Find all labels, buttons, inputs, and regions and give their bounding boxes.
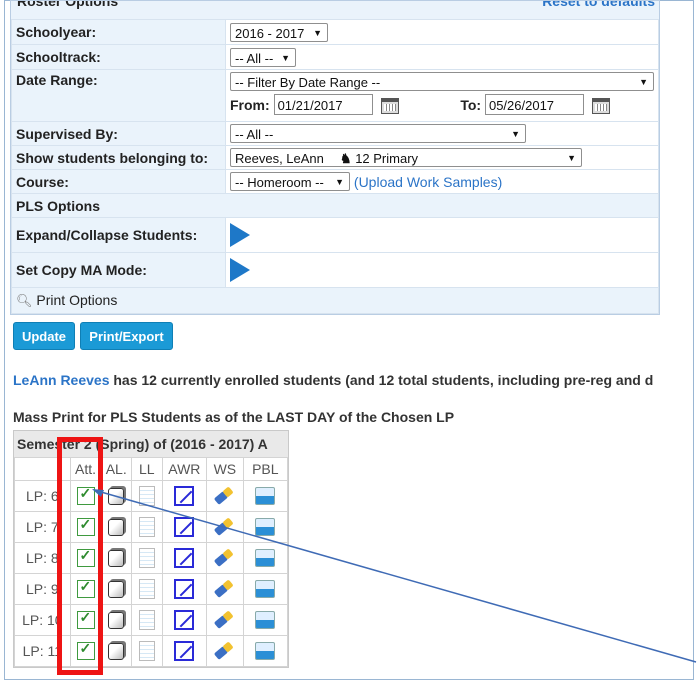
annotation-arrow xyxy=(92,489,697,663)
